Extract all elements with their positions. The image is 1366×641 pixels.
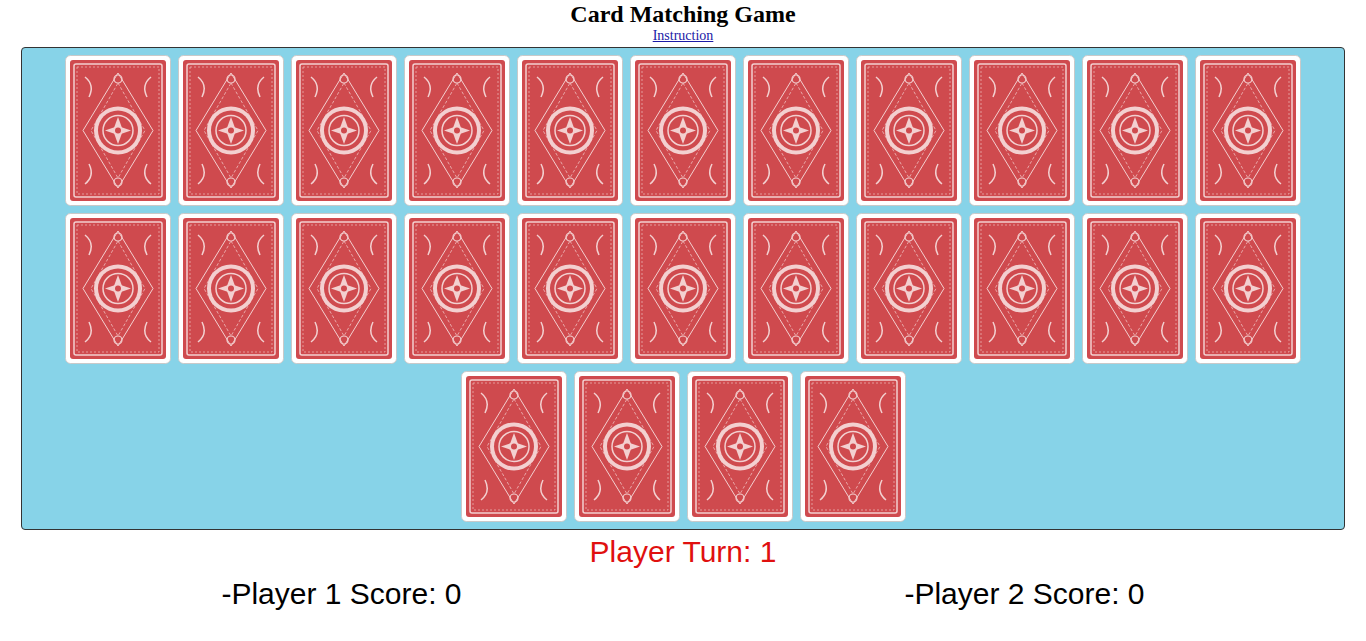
- card-back-icon: [687, 371, 793, 522]
- card[interactable]: [404, 55, 510, 206]
- card[interactable]: [291, 55, 397, 206]
- card[interactable]: [404, 213, 510, 364]
- card-back-icon: [969, 213, 1075, 364]
- card-board: [21, 47, 1345, 530]
- card-back-icon: [1082, 213, 1188, 364]
- card-back-icon: [969, 55, 1075, 206]
- card-back-icon: [65, 213, 171, 364]
- card[interactable]: [178, 213, 284, 364]
- card[interactable]: [517, 55, 623, 206]
- card-back-icon: [856, 213, 962, 364]
- card-back-icon: [630, 55, 736, 206]
- card[interactable]: [856, 55, 962, 206]
- card[interactable]: [687, 371, 793, 522]
- card[interactable]: [1195, 213, 1301, 364]
- player-score: -Player 2 Score: 0: [683, 576, 1366, 612]
- game-title: Card Matching Game: [570, 0, 795, 27]
- card[interactable]: [630, 55, 736, 206]
- card[interactable]: [65, 213, 171, 364]
- card[interactable]: [800, 371, 906, 522]
- card-back-icon: [404, 213, 510, 364]
- card[interactable]: [743, 213, 849, 364]
- card-back-icon: [178, 213, 284, 364]
- card[interactable]: [856, 213, 962, 364]
- instruction-link[interactable]: Instruction: [653, 27, 714, 45]
- card[interactable]: [178, 55, 284, 206]
- player-score: -Player 1 Score: 0: [0, 576, 683, 612]
- card[interactable]: [630, 213, 736, 364]
- card-back-icon: [461, 371, 567, 522]
- card-back-icon: [630, 213, 736, 364]
- score-row: -Player 1 Score: 0-Player 2 Score: 0: [0, 576, 1366, 612]
- game-page: Card Matching GameInstruction Player Turn…: [0, 0, 1366, 612]
- card[interactable]: [65, 55, 171, 206]
- card-back-icon: [178, 55, 284, 206]
- card-back-icon: [800, 371, 906, 522]
- card-back-icon: [1195, 55, 1301, 206]
- card-back-icon: [517, 213, 623, 364]
- card-back-icon: [1195, 213, 1301, 364]
- card-back-icon: [291, 55, 397, 206]
- player-turn: Player Turn: 1: [590, 534, 777, 570]
- card-back-icon: [574, 371, 680, 522]
- card-back-icon: [1082, 55, 1188, 206]
- card-back-icon: [743, 213, 849, 364]
- card-back-icon: [65, 55, 171, 206]
- card[interactable]: [291, 213, 397, 364]
- card[interactable]: [517, 213, 623, 364]
- card[interactable]: [1082, 213, 1188, 364]
- card[interactable]: [1195, 55, 1301, 206]
- card[interactable]: [743, 55, 849, 206]
- card[interactable]: [969, 213, 1075, 364]
- card-back-icon: [743, 55, 849, 206]
- card-back-icon: [404, 55, 510, 206]
- card[interactable]: [574, 371, 680, 522]
- card[interactable]: [1082, 55, 1188, 206]
- card[interactable]: [969, 55, 1075, 206]
- card-back-icon: [291, 213, 397, 364]
- card[interactable]: [461, 371, 567, 522]
- card-back-icon: [517, 55, 623, 206]
- card-back-icon: [856, 55, 962, 206]
